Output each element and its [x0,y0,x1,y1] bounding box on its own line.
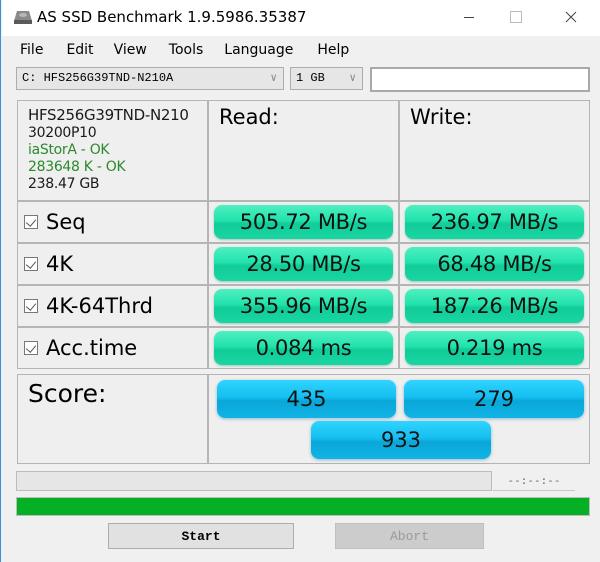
4k64-write-cell: 187.26 MB/s [399,285,590,327]
row-seq-label[interactable]: Seq [17,201,208,243]
score-panel: 435 279 933 [208,374,590,464]
4k64-write-value: 187.26 MB/s [405,289,584,323]
seq-read-value: 505.72 MB/s [214,205,393,239]
acctime-read-value: 0.084 ms [214,331,393,365]
checkbox-acctime[interactable] [24,341,38,355]
chevron-down-icon: ∨ [270,73,277,85]
seq-write-cell: 236.97 MB/s [399,201,590,243]
drive-model: HFS256G39TND-N210 [28,106,189,124]
row-4k64-label[interactable]: 4K-64Thrd [17,285,208,327]
checkbox-4k64[interactable] [24,299,38,313]
title-bar: AS SSD Benchmark 1.9.5986.35387 [2,0,600,36]
4k-read-cell: 28.50 MB/s [208,243,399,285]
row-label-text: 4K-64Thrd [46,294,153,318]
4k-write-cell: 68.48 MB/s [399,243,590,285]
acctime-write-value: 0.219 ms [405,331,584,365]
score-read: 435 [217,380,396,418]
drive-select-value: C: HFS256G39TND-N210A [22,71,174,85]
row-label-text: 4K [46,252,74,276]
row-label-text: Acc.time [46,336,138,360]
size-select[interactable]: 1 GB ∨ [290,67,363,90]
row-acctime-label[interactable]: Acc.time [17,327,208,369]
app-window: AS SSD Benchmark 1.9.5986.35387 File Edi… [0,0,600,562]
menu-view[interactable]: View [114,38,147,64]
acctime-read-cell: 0.084 ms [208,327,399,369]
close-button[interactable] [548,0,594,34]
alignment-status: 283648 K - OK [28,159,126,175]
size-select-value: 1 GB [296,71,325,85]
drive-firmware: 30200P10 [28,125,97,141]
score-write: 279 [404,380,584,418]
maximize-button[interactable] [493,0,539,34]
seq-write-value: 236.97 MB/s [405,205,584,239]
drive-info-panel: HFS256G39TND-N210 30200P10 iaStorA - OK … [17,100,208,201]
acctime-write-cell: 0.219 ms [399,327,590,369]
4k-read-value: 28.50 MB/s [214,247,393,281]
4k64-read-cell: 355.96 MB/s [208,285,399,327]
overall-progress-fill [17,498,589,515]
driver-status: iaStorA - OK [28,142,110,158]
score-label: Score: [17,374,208,464]
menu-edit[interactable]: Edit [66,38,93,64]
menu-language[interactable]: Language [224,38,293,64]
chevron-down-icon: ∨ [349,73,356,85]
read-header: Read: [208,100,399,201]
menu-tools[interactable]: Tools [169,38,204,64]
overall-progress-bar [16,497,590,516]
drive-icon [13,9,33,25]
row-4k-label[interactable]: 4K [17,243,208,285]
score-total: 933 [311,421,491,459]
step-progress-bar [16,471,492,491]
checkbox-seq[interactable] [24,215,38,229]
row-label-text: Seq [46,210,86,234]
drive-select[interactable]: C: HFS256G39TND-N210A ∨ [16,67,284,90]
menu-file[interactable]: File [20,38,43,64]
4k64-read-value: 355.96 MB/s [214,289,393,323]
write-header: Write: [399,100,590,201]
window-title: AS SSD Benchmark 1.9.5986.35387 [37,8,307,26]
name-input[interactable] [370,67,590,92]
minimize-button[interactable] [446,0,492,34]
abort-button[interactable]: Abort [335,523,484,549]
seq-read-cell: 505.72 MB/s [208,201,399,243]
4k-write-value: 68.48 MB/s [405,247,584,281]
checkbox-4k[interactable] [24,257,38,271]
elapsed-timer: --:--:-- [493,471,575,491]
menu-bar: File Edit View Tools Language Help [2,38,600,64]
start-button[interactable]: Start [108,523,294,549]
menu-help[interactable]: Help [317,38,349,64]
drive-capacity: 238.47 GB [28,176,100,192]
